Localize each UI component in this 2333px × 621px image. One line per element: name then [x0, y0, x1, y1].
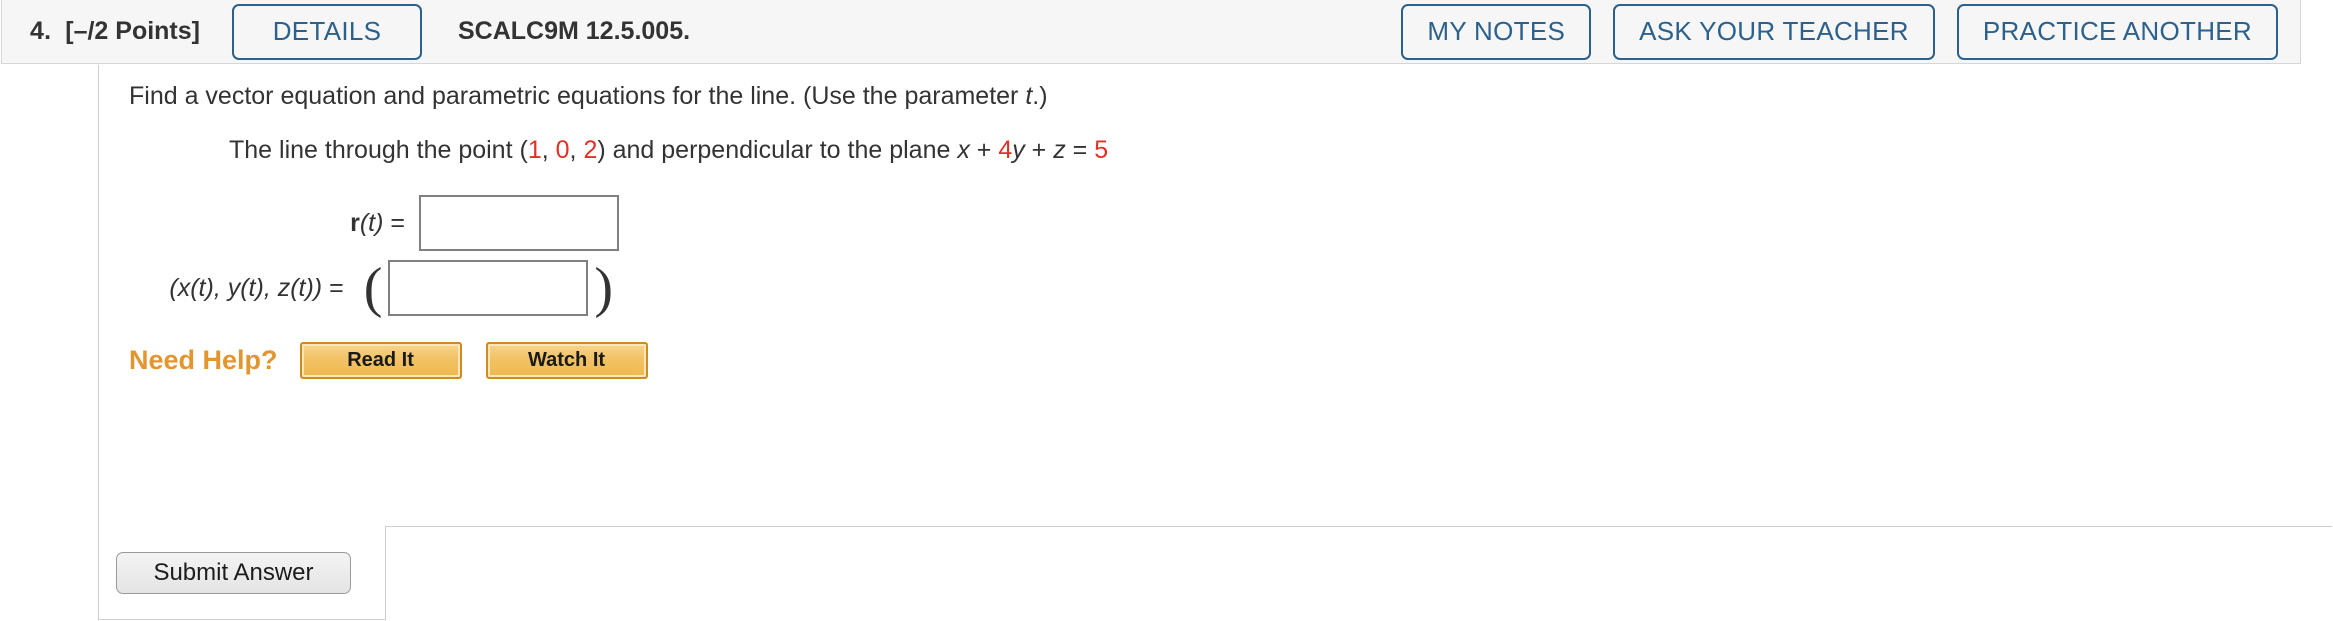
parametric-equals: = [322, 273, 344, 302]
my-notes-button-label: MY NOTES [1427, 16, 1566, 46]
submit-area-divider [386, 526, 2332, 527]
details-button[interactable]: DETAILS [232, 3, 422, 60]
vector-r-symbol: r [350, 208, 360, 237]
point-z-value: 2 [583, 136, 598, 164]
plane-plus-2: + [1024, 136, 1054, 164]
question-points: [–/2 Points] [65, 17, 200, 45]
vector-r-argument: (t) [359, 208, 384, 237]
plane-plus-1: + [969, 136, 999, 164]
question-prompt: Find a vector equation and parametric eq… [129, 82, 1048, 111]
question-body-panel: Find a vector equation and parametric eq… [98, 65, 2332, 526]
problem-code: SCALC9M 12.5.005. [458, 17, 691, 45]
vector-r-equals: = [383, 208, 405, 237]
statement-mid: ) and perpendicular to the plane [597, 136, 958, 164]
practice-another-button[interactable]: PRACTICE ANOTHER [1956, 3, 2278, 60]
plane-var-z: z [1053, 136, 1066, 164]
point-y-value: 0 [555, 136, 570, 164]
answer-row-parametric-equations: (x(t), y(t), z(t)) = ( ) [99, 260, 619, 316]
plane-coefficient-y: 4 [998, 136, 1013, 164]
parametric-equations-input[interactable] [388, 260, 589, 316]
statement-sep-2: , [569, 136, 584, 164]
vector-equation-input[interactable] [419, 195, 619, 251]
need-help-label: Need Help? [129, 345, 278, 375]
open-paren-glyph: ( [363, 257, 383, 319]
answer-row-vector-equation: r(t) = [99, 195, 619, 251]
details-button-label: DETAILS [272, 16, 382, 46]
question-header-bar: 4. [–/2 Points] DETAILS SCALC9M 12.5.005… [1, 0, 2301, 64]
prompt-text-part2: .) [1032, 82, 1048, 110]
plane-equals: = [1065, 136, 1095, 164]
plane-var-x: x [957, 136, 970, 164]
vector-equation-label: r(t) = [350, 209, 405, 238]
need-help-section: Need Help? Read It Watch It [129, 342, 672, 379]
read-it-button-label: Read It [347, 349, 414, 371]
close-paren-glyph: ) [594, 257, 613, 319]
practice-another-button-label: PRACTICE ANOTHER [1982, 16, 2252, 46]
watch-it-button[interactable]: Watch It [485, 342, 648, 379]
my-notes-button[interactable]: MY NOTES [1401, 3, 1592, 60]
parametric-equations-label: (x(t), y(t), z(t)) = [169, 274, 343, 303]
submit-answer-button[interactable]: Submit Answer [116, 551, 351, 594]
parametric-tuple-symbol: (x(t), y(t), z(t)) [169, 273, 323, 302]
question-statement: The line through the point (1, 0, 2) and… [229, 136, 1108, 165]
plane-rhs-value: 5 [1094, 136, 1109, 164]
ask-your-teacher-button-label: ASK YOUR TEACHER [1639, 16, 1909, 46]
question-number: 4. [30, 17, 52, 45]
read-it-button[interactable]: Read It [299, 342, 462, 379]
statement-lead: The line through the point ( [229, 136, 528, 164]
header-actions: MY NOTES ASK YOUR TEACHER PRACTICE ANOTH… [1401, 3, 2278, 60]
prompt-text-part1: Find a vector equation and parametric eq… [129, 82, 1026, 110]
ask-your-teacher-button[interactable]: ASK YOUR TEACHER [1613, 3, 1935, 60]
submit-answer-panel: Submit Answer [98, 526, 386, 620]
point-x-value: 1 [527, 136, 542, 164]
submit-answer-button-label: Submit Answer [153, 558, 314, 586]
statement-sep-1: , [541, 136, 556, 164]
plane-var-y: y [1012, 136, 1025, 164]
watch-it-button-label: Watch It [528, 349, 606, 371]
